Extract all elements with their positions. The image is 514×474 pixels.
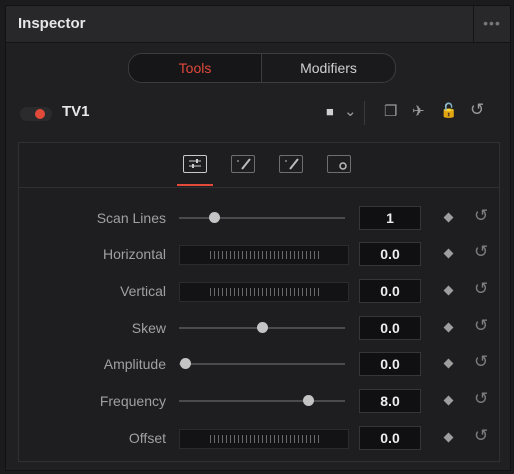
edit-mask-icon[interactable] — [231, 155, 255, 173]
inspector-panel: Inspector ••• Tools Modifiers TV1 ■ ⌄ ❒ … — [5, 5, 511, 471]
node-name: TV1 — [62, 103, 90, 120]
keyframe-icon[interactable] — [443, 248, 454, 259]
thumbwheel-ridges — [210, 435, 320, 443]
slider-knob[interactable] — [303, 395, 314, 406]
slider-knob[interactable] — [209, 212, 220, 223]
active-tab-underline — [177, 184, 213, 186]
param-label: Vertical — [120, 283, 166, 299]
skew-value[interactable]: 0.0 — [359, 316, 421, 340]
param-label: Amplitude — [103, 356, 166, 372]
keyframe-icon[interactable] — [443, 322, 454, 333]
scan-lines-slider[interactable] — [179, 217, 345, 219]
versions-icon[interactable]: ❒ — [384, 102, 397, 120]
panel-title: Inspector — [18, 15, 86, 32]
tab-modifiers[interactable]: Modifiers — [262, 54, 395, 82]
inspector-titlebar: Inspector ••• — [6, 6, 510, 43]
settings-tab-icon[interactable] — [327, 155, 351, 173]
param-row-vertical: Vertical 0.0 ↺ — [19, 277, 499, 305]
reset-icon[interactable]: ↺ — [474, 206, 488, 226]
color-swatch-icon[interactable]: ■ — [326, 104, 334, 119]
param-row-horizontal: Horizontal 0.0 ↺ — [19, 240, 499, 268]
amplitude-value[interactable]: 0.0 — [359, 352, 421, 376]
node-enable-toggle[interactable] — [20, 107, 52, 121]
reset-icon[interactable]: ↺ — [474, 389, 488, 409]
slider-knob[interactable] — [257, 322, 268, 333]
sliders-icon — [189, 159, 201, 168]
param-label: Skew — [131, 320, 166, 336]
thumbwheel-ridges — [210, 251, 320, 259]
more-dots-icon[interactable]: ••• — [473, 6, 510, 42]
keyframe-icon[interactable] — [443, 395, 454, 406]
param-label: Offset — [128, 430, 166, 446]
offset-thumbwheel[interactable] — [179, 429, 349, 449]
param-label: Frequency — [99, 393, 166, 409]
edit-mask-alt-icon[interactable] — [279, 155, 303, 173]
frequency-slider[interactable] — [179, 400, 345, 402]
inspector-tabs: Tools Modifiers — [128, 53, 396, 83]
header-divider — [364, 101, 365, 125]
param-row-offset: Offset 0.0 ↺ — [19, 424, 499, 452]
frequency-value[interactable]: 8.0 — [359, 389, 421, 413]
offset-value[interactable]: 0.0 — [359, 426, 421, 450]
vertical-thumbwheel[interactable] — [179, 282, 349, 302]
keyframe-icon[interactable] — [443, 285, 454, 296]
param-row-frequency: Frequency 8.0 ↺ — [19, 387, 499, 415]
horizontal-thumbwheel[interactable] — [179, 245, 349, 265]
reset-icon[interactable]: ↺ — [474, 316, 488, 336]
scan-lines-value[interactable]: 1 — [359, 206, 421, 230]
lock-icon[interactable]: 🔓 — [440, 102, 457, 119]
slider-knob[interactable] — [180, 358, 191, 369]
toggle-knob — [35, 109, 45, 119]
param-label: Scan Lines — [96, 210, 166, 226]
control-page-tabs — [19, 143, 499, 188]
keyframe-icon[interactable] — [443, 358, 454, 369]
param-label: Horizontal — [102, 246, 166, 262]
reset-icon[interactable]: ↺ — [474, 279, 488, 299]
horizontal-value[interactable]: 0.0 — [359, 242, 421, 266]
keyframe-icon[interactable] — [443, 212, 454, 223]
chevron-down-icon[interactable]: ⌄ — [344, 102, 357, 120]
controls-area: Scan Lines 1 ↺ Horizontal 0.0 ↺ Vertical… — [18, 142, 500, 462]
reset-icon[interactable]: ↺ — [474, 426, 488, 446]
reset-icon[interactable]: ↺ — [470, 100, 484, 120]
tab-tools[interactable]: Tools — [129, 54, 262, 82]
param-row-amplitude: Amplitude 0.0 ↺ — [19, 350, 499, 378]
node-header: TV1 ■ ⌄ ❒ ✈ 🔓 ↺ — [6, 98, 510, 128]
amplitude-slider[interactable] — [179, 363, 345, 365]
keyframe-icon[interactable] — [443, 432, 454, 443]
reset-icon[interactable]: ↺ — [474, 242, 488, 262]
pin-icon[interactable]: ✈ — [412, 102, 425, 120]
thumbwheel-ridges — [210, 288, 320, 296]
param-row-scan-lines: Scan Lines 1 ↺ — [19, 204, 499, 232]
reset-icon[interactable]: ↺ — [474, 352, 488, 372]
param-row-skew: Skew 0.0 ↺ — [19, 314, 499, 342]
controls-tab-icon[interactable] — [183, 155, 207, 173]
vertical-value[interactable]: 0.0 — [359, 279, 421, 303]
